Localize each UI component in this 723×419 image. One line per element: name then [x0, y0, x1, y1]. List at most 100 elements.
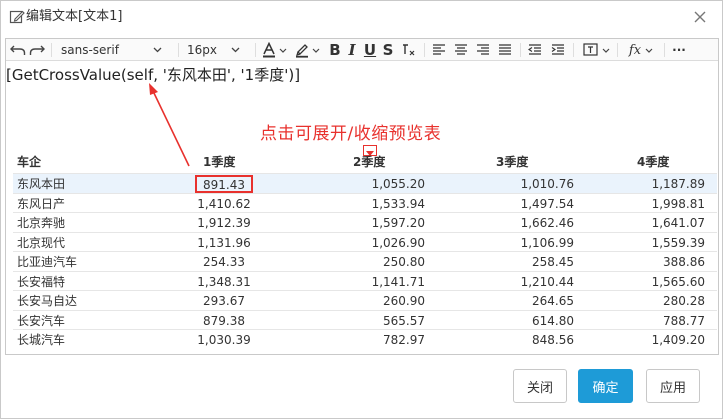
table-cell: 1,030.39	[197, 333, 251, 347]
table-cell: 254.33	[203, 255, 245, 269]
table-row: 比亚迪汽车 254.33 250.80 258.45 388.86	[13, 251, 717, 271]
table-cell: 1,010.76	[520, 177, 574, 191]
table-cell: 长安马自达	[17, 294, 78, 308]
align-left-icon[interactable]	[430, 39, 448, 61]
table-row: 长城汽车 1,030.39 782.97 848.56 1,409.20	[13, 329, 717, 349]
table-header-cell: 3季度	[496, 155, 529, 169]
table-cell: 1,998.81	[651, 196, 705, 211]
toolbar-separator	[573, 43, 574, 57]
table-cell: 258.45	[532, 255, 574, 269]
toolbar-separator	[178, 43, 179, 57]
font-family-value: sans-serif	[61, 43, 119, 57]
table-cell: 1,026.90	[371, 235, 425, 250]
chevron-down-icon	[312, 48, 320, 53]
toolbar-separator	[424, 43, 425, 57]
highlighter-icon	[294, 42, 310, 58]
table-cell: 250.80	[383, 255, 425, 269]
font-family-select[interactable]: sans-serif	[61, 39, 171, 61]
rich-text-editor[interactable]: sans-serif 16px B I U S fx ··· [GetCross…	[5, 38, 719, 355]
table-cell: 1,597.20	[371, 216, 425, 230]
insert-textbox-button[interactable]	[580, 39, 612, 61]
table-cell: 264.65	[532, 294, 574, 308]
table-cell: 260.90	[383, 294, 425, 308]
table-cell: 1,559.39	[651, 235, 705, 250]
table-cell: 长城汽车	[17, 333, 66, 347]
table-cell: 1,131.96	[197, 235, 251, 250]
chevron-down-icon	[153, 47, 162, 53]
selected-cell[interactable]: 891.43	[195, 175, 253, 193]
table-cell: 788.77	[663, 313, 705, 328]
table-row: 东风日产 1,410.62 1,533.94 1,497.54 1,998.81	[13, 192, 717, 213]
table-cell: 293.67	[203, 294, 245, 308]
highlight-color-button[interactable]	[292, 39, 322, 61]
table-cell: 388.86	[663, 255, 705, 269]
toolbar-separator	[520, 43, 521, 57]
table-cell: 280.28	[663, 294, 705, 308]
align-justify-icon[interactable]	[496, 39, 514, 61]
table-cell: 1,497.54	[520, 196, 574, 211]
table-header-cell: 1季度	[203, 155, 236, 169]
table-header-cell: 2季度	[353, 155, 386, 169]
underline-button[interactable]: U	[362, 39, 378, 61]
table-cell: 848.56	[532, 333, 574, 347]
table-cell: 1,533.94	[371, 196, 425, 211]
table-header: 车企 1季度 2季度 3季度 4季度	[13, 152, 717, 173]
clear-format-icon[interactable]	[400, 39, 418, 61]
align-right-icon[interactable]	[474, 39, 492, 61]
redo-icon[interactable]	[28, 39, 46, 61]
table-row: 北京现代 1,131.96 1,026.90 1,106.99 1,559.39	[13, 231, 717, 252]
table-cell: 782.97	[383, 333, 425, 347]
table-cell: 879.38	[203, 313, 245, 328]
align-center-icon[interactable]	[452, 39, 470, 61]
table-cell: 1,141.71	[371, 274, 425, 289]
table-row: 长安马自达 293.67 260.90 264.65 280.28	[13, 290, 717, 310]
table-header-cell: 车企	[17, 155, 42, 169]
indent-icon[interactable]	[549, 39, 567, 61]
chevron-down-icon	[231, 47, 240, 53]
table-cell: 1,187.89	[651, 177, 705, 191]
table-cell: 东风本田	[17, 177, 66, 191]
font-color-icon	[261, 42, 277, 58]
table-row: 长安汽车 879.38 565.57 614.80 788.77	[13, 309, 717, 330]
font-size-value: 16px	[187, 43, 217, 57]
table-cell: 1,912.39	[197, 216, 251, 230]
table-cell: 565.57	[383, 313, 425, 328]
formula-button[interactable]: fx	[623, 39, 659, 61]
table-cell: 北京现代	[17, 235, 66, 250]
edit-text-dialog: 编辑文本[文本1] sans-serif 16px B I U S fx ···…	[0, 0, 723, 419]
textbox-icon	[582, 43, 599, 57]
toolbar-separator	[617, 43, 618, 57]
editor-toolbar: sans-serif 16px B I U S fx ···	[6, 39, 718, 61]
font-color-button[interactable]	[259, 39, 289, 61]
table-header-cell: 4季度	[637, 155, 670, 169]
bold-button[interactable]: B	[327, 39, 343, 61]
table-row: 长安福特 1,348.31 1,141.71 1,210.44 1,565.60	[13, 270, 717, 291]
apply-button[interactable]: 应用	[646, 369, 700, 403]
toolbar-separator	[255, 43, 256, 57]
table-row: 东风本田 891.43 1,055.20 1,010.76 1,187.89	[13, 173, 717, 193]
chevron-down-icon	[602, 48, 610, 53]
outdent-icon[interactable]	[526, 39, 544, 61]
table-cell: 长安福特	[17, 274, 66, 289]
toolbar-separator	[51, 43, 52, 57]
table-cell: 1,641.07	[651, 216, 705, 230]
expand-collapse-hint: 点击可展开/收缩预览表	[260, 124, 442, 144]
table-cell: 1,106.99	[520, 235, 574, 250]
close-icon[interactable]	[690, 7, 710, 27]
table-cell: 1,055.20	[371, 177, 425, 191]
italic-button[interactable]: I	[345, 39, 359, 61]
ok-button[interactable]: 确定	[578, 369, 633, 403]
chevron-down-icon	[279, 48, 287, 53]
table-cell: 1,565.60	[651, 274, 705, 289]
font-size-select[interactable]: 16px	[187, 39, 249, 61]
more-icon[interactable]: ···	[669, 39, 689, 61]
dialog-title: 编辑文本[文本1]	[26, 9, 123, 24]
table-cell: 1,662.46	[520, 216, 574, 230]
preview-table: 车企 1季度 2季度 3季度 4季度 东风本田 891.43 1,055.20 …	[13, 152, 717, 349]
table-cell: 1,210.44	[520, 274, 574, 289]
undo-icon[interactable]	[9, 39, 27, 61]
close-button[interactable]: 关闭	[513, 369, 567, 403]
formula-text[interactable]: [GetCrossValue(self, '东风本田', '1季度')]	[6, 65, 300, 85]
strikethrough-button[interactable]: S	[380, 39, 396, 61]
table-cell: 1,410.62	[197, 196, 251, 211]
